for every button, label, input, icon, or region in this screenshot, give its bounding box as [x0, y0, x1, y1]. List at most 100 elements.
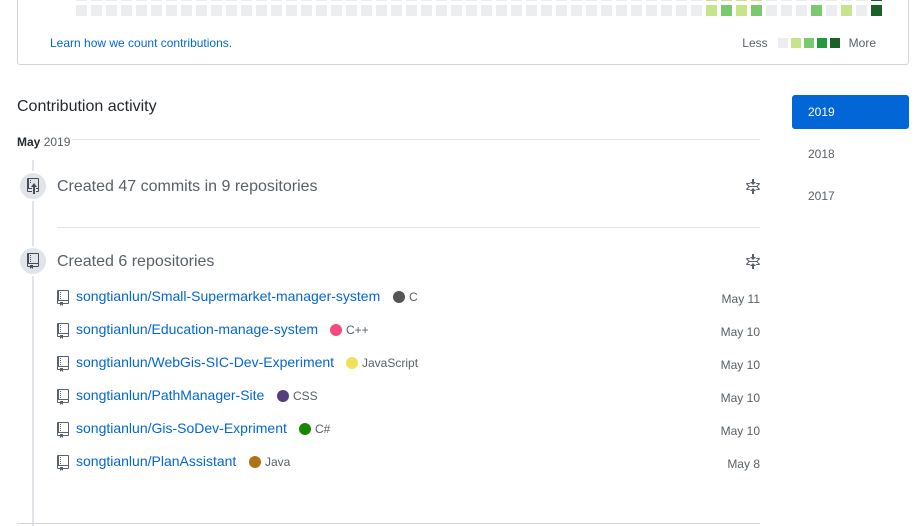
learn-contributions-link[interactable]: Learn how we count contributions.: [50, 36, 232, 50]
event-commits-title[interactable]: Created 47 commits in 9 repositories: [57, 178, 318, 196]
contribution-day[interactable]: [421, 0, 432, 1]
contribution-day[interactable]: [496, 5, 507, 16]
contribution-day[interactable]: [496, 0, 507, 1]
repo-link[interactable]: songtianlun/WebGis-SIC-Dev-Experiment: [76, 354, 334, 370]
year-link-2019[interactable]: 2019: [792, 95, 909, 129]
contribution-day[interactable]: [571, 0, 582, 1]
repo-link[interactable]: songtianlun/Education-manage-system: [76, 321, 318, 337]
year-link-2017[interactable]: 2017: [792, 179, 909, 213]
contribution-day[interactable]: [541, 5, 552, 16]
contribution-day[interactable]: [826, 5, 837, 16]
contribution-day[interactable]: [856, 5, 867, 16]
contribution-day[interactable]: [751, 5, 762, 16]
contribution-day[interactable]: [181, 5, 192, 16]
contribution-day[interactable]: [241, 0, 252, 1]
contribution-day[interactable]: [766, 5, 777, 16]
contribution-day[interactable]: [481, 0, 492, 1]
event-repos-title[interactable]: Created 6 repositories: [57, 253, 214, 271]
contribution-day[interactable]: [181, 0, 192, 1]
contribution-day[interactable]: [811, 5, 822, 16]
contribution-day[interactable]: [196, 5, 207, 16]
contribution-day[interactable]: [811, 0, 822, 1]
contribution-day[interactable]: [691, 0, 702, 1]
contribution-day[interactable]: [661, 5, 672, 16]
contribution-day[interactable]: [871, 0, 882, 1]
contribution-day[interactable]: [106, 5, 117, 16]
contribution-day[interactable]: [211, 5, 222, 16]
contribution-day[interactable]: [721, 5, 732, 16]
contribution-day[interactable]: [91, 0, 102, 1]
contribution-day[interactable]: [676, 5, 687, 16]
contribution-day[interactable]: [661, 0, 672, 1]
contribution-day[interactable]: [856, 0, 867, 1]
contribution-day[interactable]: [751, 0, 762, 1]
contribution-day[interactable]: [151, 0, 162, 1]
contribution-day[interactable]: [151, 5, 162, 16]
contribution-day[interactable]: [646, 0, 657, 1]
contribution-day[interactable]: [481, 5, 492, 16]
contribution-day[interactable]: [271, 0, 282, 1]
contribution-day[interactable]: [121, 0, 132, 1]
contribution-day[interactable]: [616, 5, 627, 16]
contribution-day[interactable]: [781, 5, 792, 16]
contribution-day[interactable]: [301, 0, 312, 1]
contribution-day[interactable]: [466, 0, 477, 1]
contribution-day[interactable]: [736, 0, 747, 1]
contribution-day[interactable]: [721, 0, 732, 1]
contribution-day[interactable]: [421, 5, 432, 16]
fold-icon[interactable]: [745, 179, 761, 195]
contribution-day[interactable]: [526, 5, 537, 16]
contribution-day[interactable]: [241, 5, 252, 16]
fold-icon[interactable]: [745, 254, 761, 270]
contribution-day[interactable]: [571, 5, 582, 16]
contribution-day[interactable]: [556, 0, 567, 1]
contribution-day[interactable]: [436, 5, 447, 16]
contribution-day[interactable]: [796, 0, 807, 1]
contribution-day[interactable]: [406, 0, 417, 1]
contribution-day[interactable]: [541, 0, 552, 1]
contribution-day[interactable]: [196, 0, 207, 1]
contribution-day[interactable]: [406, 5, 417, 16]
contribution-day[interactable]: [166, 5, 177, 16]
contribution-day[interactable]: [736, 5, 747, 16]
contribution-day[interactable]: [631, 0, 642, 1]
contribution-day[interactable]: [436, 0, 447, 1]
contribution-day[interactable]: [556, 5, 567, 16]
contribution-day[interactable]: [376, 5, 387, 16]
contribution-day[interactable]: [256, 0, 267, 1]
contribution-day[interactable]: [706, 0, 717, 1]
contribution-day[interactable]: [301, 5, 312, 16]
contribution-day[interactable]: [826, 0, 837, 1]
contribution-day[interactable]: [346, 5, 357, 16]
contribution-day[interactable]: [526, 0, 537, 1]
contribution-day[interactable]: [646, 5, 657, 16]
contribution-day[interactable]: [841, 5, 852, 16]
contribution-day[interactable]: [286, 0, 297, 1]
contribution-day[interactable]: [706, 5, 717, 16]
repo-link[interactable]: songtianlun/PathManager-Site: [76, 387, 264, 403]
contribution-day[interactable]: [376, 0, 387, 1]
contribution-day[interactable]: [226, 5, 237, 16]
contribution-day[interactable]: [121, 5, 132, 16]
contribution-day[interactable]: [256, 5, 267, 16]
contribution-day[interactable]: [346, 0, 357, 1]
contribution-day[interactable]: [796, 5, 807, 16]
contribution-day[interactable]: [451, 5, 462, 16]
contribution-day[interactable]: [211, 0, 222, 1]
contribution-day[interactable]: [316, 0, 327, 1]
contribution-day[interactable]: [361, 0, 372, 1]
contribution-day[interactable]: [391, 0, 402, 1]
contribution-day[interactable]: [331, 0, 342, 1]
repo-link[interactable]: songtianlun/PlanAssistant: [76, 453, 236, 469]
contribution-day[interactable]: [271, 5, 282, 16]
contribution-day[interactable]: [631, 5, 642, 16]
contribution-day[interactable]: [76, 0, 87, 1]
contribution-day[interactable]: [676, 0, 687, 1]
contribution-day[interactable]: [871, 5, 882, 16]
contribution-day[interactable]: [766, 0, 777, 1]
contribution-day[interactable]: [586, 5, 597, 16]
contribution-day[interactable]: [781, 0, 792, 1]
contribution-day[interactable]: [316, 5, 327, 16]
contribution-day[interactable]: [841, 0, 852, 1]
contribution-day[interactable]: [451, 0, 462, 1]
